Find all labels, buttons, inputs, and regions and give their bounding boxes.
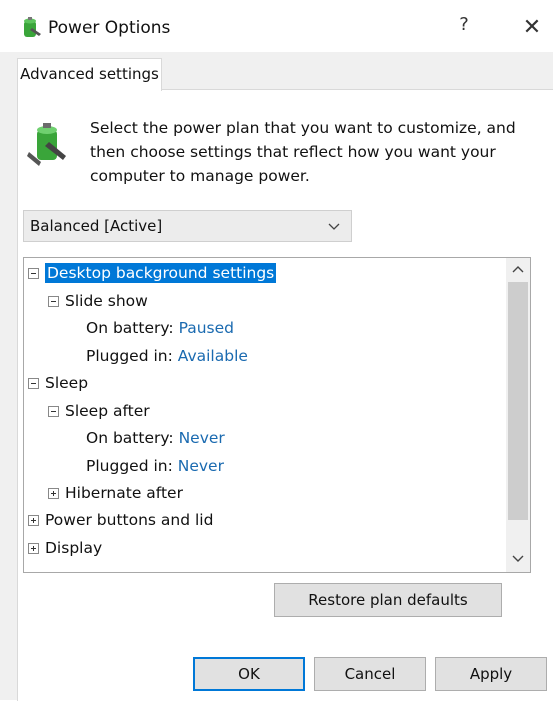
instruction-text: Select the power plan that you want to c… [90, 119, 516, 185]
title-bar: Power Options ? ✕ [0, 0, 553, 52]
tree-item-slide-show[interactable]: Slide show [48, 289, 148, 313]
dialog-body: Advanced settings Select the power plan … [0, 52, 553, 701]
help-button[interactable]: ? [452, 14, 476, 42]
power-plan-dropdown[interactable]: Balanced [Active] [23, 210, 352, 242]
collapse-icon[interactable] [28, 268, 39, 279]
expand-icon[interactable] [48, 488, 59, 499]
collapse-icon[interactable] [28, 378, 39, 389]
tab-advanced-settings[interactable]: Advanced settings [17, 58, 162, 91]
tree-item-power-buttons[interactable]: Power buttons and lid [28, 508, 213, 532]
setting-value-link[interactable]: Never [178, 457, 224, 475]
settings-tree[interactable]: Desktop background settings Slide show O… [23, 257, 531, 573]
tree-item-sleep[interactable]: Sleep [28, 371, 88, 395]
tree-item-plugged-in[interactable]: Plugged in: Never [86, 454, 224, 478]
collapse-icon[interactable] [48, 296, 59, 307]
tree-item-plugged-in[interactable]: Plugged in: Available [86, 344, 248, 368]
tree-item-hibernate-after[interactable]: Hibernate after [48, 481, 183, 505]
power-plan-value: Balanced [Active] [30, 217, 163, 235]
ok-button[interactable]: OK [193, 657, 305, 691]
tree-item-on-battery[interactable]: On battery: Paused [86, 316, 234, 340]
cancel-button[interactable]: Cancel [314, 657, 426, 691]
battery-power-icon [27, 123, 66, 166]
collapse-icon[interactable] [48, 406, 59, 417]
battery-power-icon [24, 17, 41, 37]
restore-plan-defaults-button[interactable]: Restore plan defaults [274, 583, 502, 617]
apply-button[interactable]: Apply [435, 657, 547, 691]
chevron-down-icon[interactable] [506, 546, 530, 570]
setting-value-link[interactable]: Never [179, 429, 225, 447]
tree-item-desktop-background[interactable]: Desktop background settings [28, 261, 277, 285]
scrollbar-thumb[interactable] [508, 282, 528, 520]
setting-value-link[interactable]: Available [178, 347, 248, 365]
setting-value-link[interactable]: Paused [179, 319, 234, 337]
window-title: Power Options [48, 18, 171, 38]
vertical-scrollbar[interactable] [506, 258, 530, 572]
chevron-up-icon[interactable] [506, 258, 530, 282]
expand-icon[interactable] [28, 543, 39, 554]
tree-item-sleep-after[interactable]: Sleep after [48, 399, 150, 423]
tree-item-display[interactable]: Display [28, 536, 102, 560]
close-button[interactable]: ✕ [520, 15, 544, 43]
chevron-down-icon [328, 223, 340, 230]
tree-item-on-battery[interactable]: On battery: Never [86, 426, 225, 450]
expand-icon[interactable] [28, 515, 39, 526]
